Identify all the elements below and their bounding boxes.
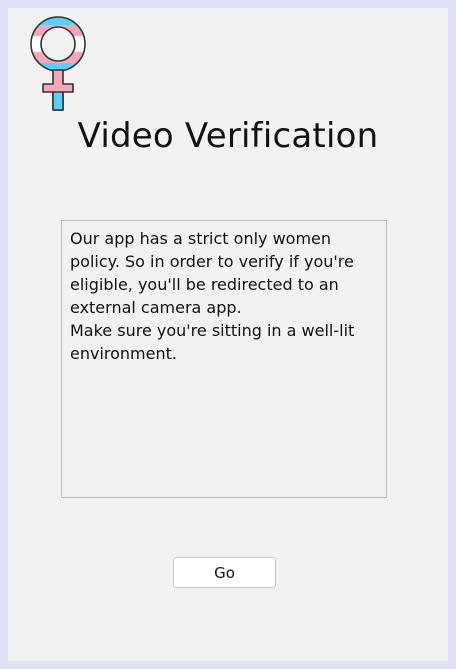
app-window-frame: Video Verification Our app has a strict …	[0, 0, 456, 669]
go-button[interactable]: Go	[173, 557, 276, 588]
female-symbol-icon	[30, 16, 86, 111]
page-title: Video Verification	[77, 116, 379, 156]
message-textbox[interactable]: Our app has a strict only women policy. …	[61, 220, 387, 498]
